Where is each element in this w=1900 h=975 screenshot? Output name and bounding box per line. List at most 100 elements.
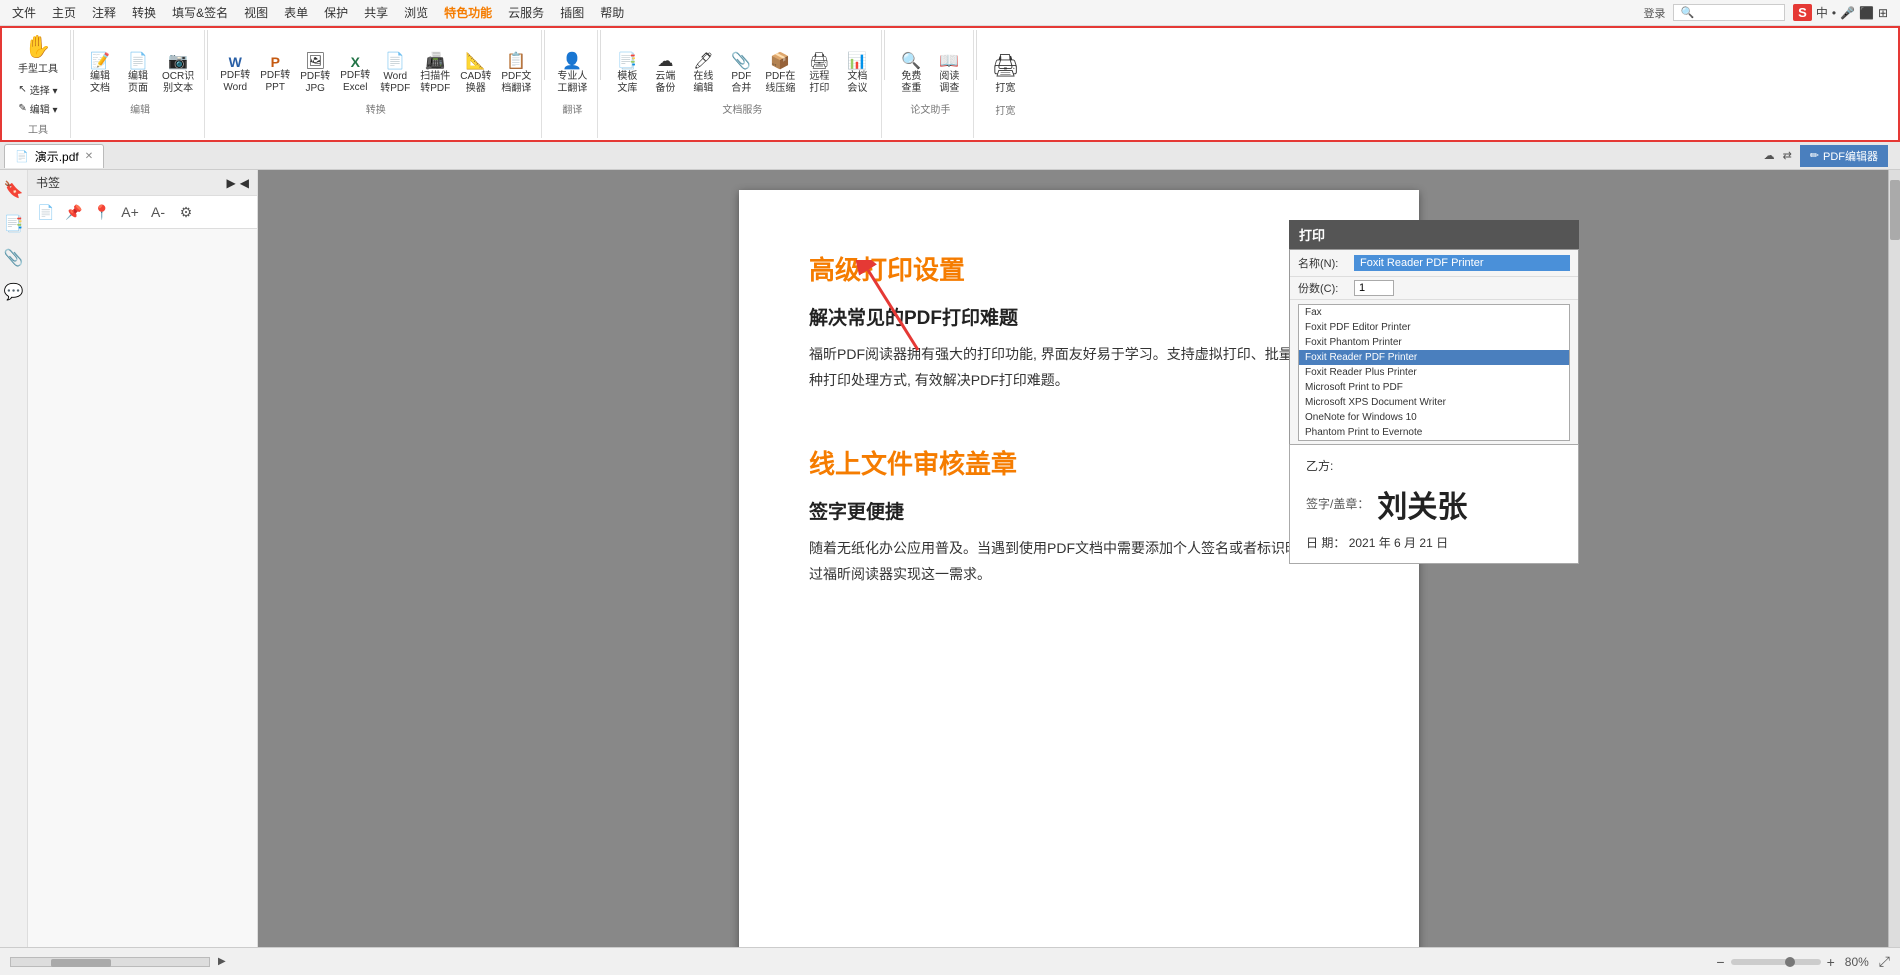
sidebar-nav-icon-2[interactable]: 📑	[0, 210, 28, 238]
printer-list-item-4[interactable]: Foxit Reader Plus Printer	[1299, 365, 1569, 380]
zoom-slider[interactable]	[1731, 959, 1821, 965]
pdf-compress-label: PDF在线压缩	[765, 71, 795, 95]
cloud-backup-button[interactable]: ☁ 云端备份	[647, 52, 683, 97]
pdf-excel-icon: X	[351, 55, 360, 69]
zoom-minus-button[interactable]: −	[1716, 954, 1724, 970]
pdf-merge-button[interactable]: 📎 PDF合并	[723, 52, 759, 97]
print-name-value[interactable]: Foxit Reader PDF Printer	[1354, 255, 1570, 271]
menu-cloud[interactable]: 云服务	[500, 2, 552, 23]
printer-list-item-7[interactable]: OneNote for Windows 10	[1299, 410, 1569, 425]
sidebar-expand-icon[interactable]: ▶	[227, 176, 236, 190]
printer-list-item-8[interactable]: Phantom Print to Evernote	[1299, 425, 1569, 440]
template-icon: 📑	[617, 54, 637, 70]
printer-list-item-3-selected[interactable]: Foxit Reader PDF Printer	[1299, 350, 1569, 365]
bookmark-text-add-button[interactable]: 📌	[62, 200, 86, 224]
pdf-jpg-icon: 🖼	[305, 54, 325, 70]
doc-meeting-button[interactable]: 📊 文档会议	[839, 52, 875, 97]
toolbar-group-convert: W PDF转Word P PDF转PPT 🖼 PDF转JPG X PDF转Exc…	[210, 30, 542, 138]
select-icon: ↖	[18, 84, 26, 95]
menu-convert[interactable]: 转换	[124, 2, 164, 23]
menu-browse[interactable]: 浏览	[396, 2, 436, 23]
sidebar-nav-icon-4[interactable]: 💬	[0, 278, 28, 306]
sidebar-nav-icon-1[interactable]: 🔖	[0, 176, 28, 204]
bookmark-add-button[interactable]: 📄	[34, 200, 58, 224]
scrollbar-thumb[interactable]	[1890, 180, 1900, 240]
hand-tool-button[interactable]: ✋ 手型工具	[12, 32, 64, 79]
printer-list-item-2[interactable]: Foxit Phantom Printer	[1299, 335, 1569, 350]
pdf-viewer[interactable]: 高级打印设置 解决常见的PDF打印难题 福昕PDF阅读器拥有强大的打印功能, 界…	[258, 170, 1900, 947]
print-wide-button[interactable]: 🖨 打宽	[985, 51, 1025, 98]
sign-row: 签字/盖章： 刘关张	[1306, 482, 1562, 526]
select-tool-button[interactable]: ↖ 选择 ▾	[14, 81, 61, 98]
signature-box: 乙方: 签字/盖章： 刘关张 日 期： 2021 年 6 月 21 日	[1289, 444, 1579, 564]
print-copies-input[interactable]: 1	[1354, 280, 1394, 296]
doc-meeting-label: 文档会议	[847, 71, 867, 95]
zoom-level-label: 80%	[1845, 955, 1869, 969]
menu-view[interactable]: 视图	[236, 2, 276, 23]
menu-share[interactable]: 共享	[356, 2, 396, 23]
bookmark-up-button[interactable]: 📍	[90, 200, 114, 224]
font-size-up-button[interactable]: A+	[118, 200, 142, 224]
printer-list-item-6[interactable]: Microsoft XPS Document Writer	[1299, 395, 1569, 410]
tab-close-button[interactable]: ✕	[85, 151, 93, 162]
word-to-pdf-button[interactable]: 📄 Word转PDF	[376, 52, 414, 97]
toolbar-group-edit: 📝 编辑文档 📄 编辑页面 📷 OCR识别文本 编辑	[76, 30, 205, 138]
vertical-scrollbar[interactable]	[1888, 170, 1900, 947]
fullscreen-button[interactable]: ⤢	[1879, 953, 1890, 970]
toolbar-ribbon: ✋ 手型工具 ↖ 选择 ▾ ✎ 编辑 ▾ 工具	[0, 26, 1900, 142]
cad-converter-button[interactable]: 📐 CAD转换器	[456, 52, 495, 97]
template-button[interactable]: 📑 模板文库	[609, 52, 645, 97]
search-input[interactable]	[1698, 7, 1778, 19]
font-size-down-button[interactable]: A-	[146, 200, 170, 224]
menu-home[interactable]: 主页	[44, 2, 84, 23]
ocr-button[interactable]: 📷 OCR识别文本	[158, 52, 198, 97]
sidebar-close-icon[interactable]: ◀	[240, 176, 249, 190]
menu-file[interactable]: 文件	[4, 2, 44, 23]
pdf-compress-button[interactable]: 📦 PDF在线压缩	[761, 52, 799, 97]
scan-to-pdf-button[interactable]: 📠 扫描件转PDF	[416, 52, 454, 97]
print-dialog-title: 打印	[1289, 220, 1579, 249]
sidebar-nav-icon-3[interactable]: 📎	[0, 244, 28, 272]
zoom-plus-button[interactable]: +	[1827, 954, 1835, 970]
login-button[interactable]: 登录	[1643, 5, 1665, 21]
pdf-translate-button[interactable]: 📋 PDF文档翻译	[497, 52, 535, 97]
pdf-to-ppt-button[interactable]: P PDF转PPT	[256, 53, 294, 96]
free-check-button[interactable]: 🔍 免费查重	[893, 52, 929, 97]
party-label: 乙方:	[1306, 459, 1333, 473]
menu-annotation[interactable]: 注释	[84, 2, 124, 23]
printer-list-item-5[interactable]: Microsoft Print to PDF	[1299, 380, 1569, 395]
sidebar-settings-button[interactable]: ⚙	[174, 200, 198, 224]
h-scrollbar-thumb[interactable]	[51, 959, 111, 967]
pdf-editor-button[interactable]: ✏ PDF编辑器	[1800, 145, 1888, 167]
zoom-slider-thumb[interactable]	[1785, 957, 1795, 967]
menu-form[interactable]: 表单	[276, 2, 316, 23]
edit-doc-button[interactable]: 📝 编辑文档	[82, 52, 118, 97]
remote-print-label: 远程打印	[809, 71, 829, 95]
printer-list-item-1[interactable]: Foxit PDF Editor Printer	[1299, 320, 1569, 335]
edit-page-button[interactable]: 📄 编辑页面	[120, 52, 156, 97]
menu-help[interactable]: 帮助	[592, 2, 632, 23]
printer-list-item-0[interactable]: Fax	[1299, 305, 1569, 320]
tab-demo-pdf[interactable]: 📄 演示.pdf ✕	[4, 144, 104, 168]
sidebar-content	[28, 229, 257, 947]
read-check-label: 阅读调查	[939, 71, 959, 95]
read-check-button[interactable]: 📖 阅读调查	[931, 52, 967, 97]
pdf-to-word-button[interactable]: W PDF转Word	[216, 53, 254, 96]
menu-fill-sign[interactable]: 填写&签名	[164, 2, 236, 23]
remote-print-button[interactable]: 🖨 远程打印	[801, 52, 837, 97]
menu-plugin[interactable]: 插图	[552, 2, 592, 23]
toolbar-group-paper: 🔍 免费查重 📖 阅读调查 论文助手	[887, 30, 974, 138]
section1: 高级打印设置 解决常见的PDF打印难题 福昕PDF阅读器拥有强大的打印功能, 界…	[809, 250, 1349, 394]
pdf-to-jpg-button[interactable]: 🖼 PDF转JPG	[296, 52, 334, 97]
edit-icon: ✎	[18, 103, 26, 114]
edit-tool-button[interactable]: ✎ 编辑 ▾	[14, 100, 61, 117]
menu-protect[interactable]: 保护	[316, 2, 356, 23]
online-edit-icon: 🖊	[693, 54, 713, 70]
horizontal-scrollbar[interactable]	[10, 957, 210, 967]
online-edit-button[interactable]: 🖊 在线编辑	[685, 52, 721, 97]
pdf-to-excel-button[interactable]: X PDF转Excel	[336, 53, 374, 96]
expert-translate-button[interactable]: 👤 专业人工翻译	[553, 52, 591, 97]
menu-special[interactable]: 特色功能	[436, 2, 500, 23]
scroll-right-arrow[interactable]: ▶	[218, 956, 226, 967]
scan-pdf-label: 扫描件转PDF	[420, 71, 450, 95]
